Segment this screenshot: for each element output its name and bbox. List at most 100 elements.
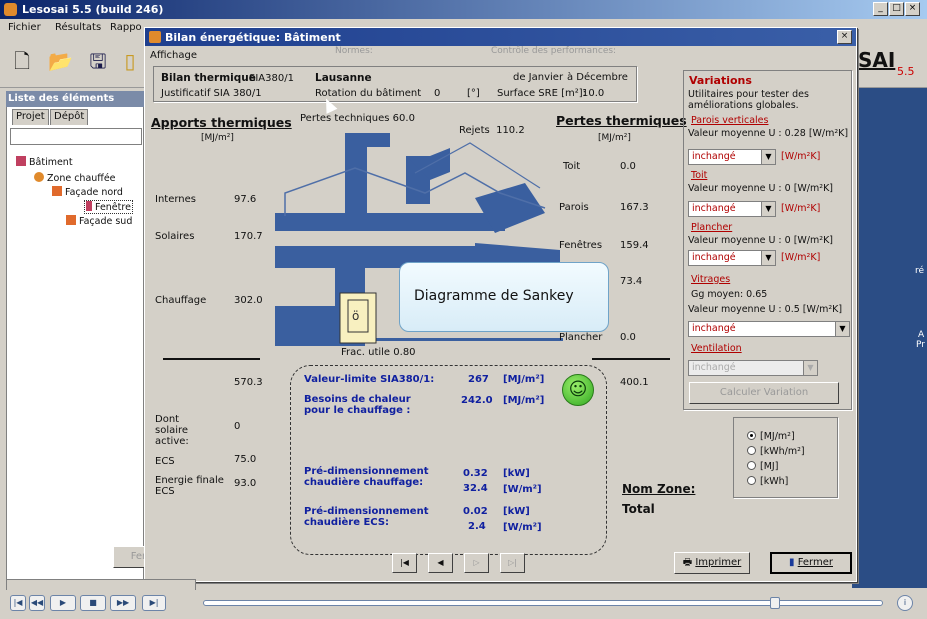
workspace-background xyxy=(852,88,927,588)
pertes-parois-label: Parois xyxy=(559,202,589,213)
rotation-unit: [°] xyxy=(467,88,480,99)
skip-end-icon[interactable]: ▶| xyxy=(142,595,166,611)
playback-bar: |◀ ◀◀ ▶ ■ ▶▶ ▶| i xyxy=(0,590,927,619)
unit-radio-label: [kWh/m²] xyxy=(760,446,805,457)
vitrages-select[interactable]: inchangé ▼ xyxy=(688,321,850,337)
variations-title: Variations xyxy=(689,74,752,87)
predim-ecs-wm2: 2.4 xyxy=(468,521,486,532)
predim-ecs-kw: 0.02 xyxy=(463,506,488,517)
plancher-u: Valeur moyenne U : 0 [W/m²K] xyxy=(688,235,834,246)
predim-ecs-wm2-unit: [W/m²] xyxy=(503,522,542,533)
sankey-chimney-top xyxy=(345,133,390,147)
sankey-floor-line xyxy=(275,338,563,341)
stop-icon[interactable]: ■ xyxy=(80,595,106,611)
open-folder-icon[interactable]: 📂 xyxy=(48,50,73,74)
app-title: Lesosai 5.5 (build 246) xyxy=(22,3,164,16)
imprimer-button[interactable]: 🖶 Imprimer xyxy=(674,552,750,574)
controle-label: Contrôle des performances: xyxy=(491,46,617,56)
fermer-button[interactable]: ▮ Fermer xyxy=(770,552,852,574)
radio-button-icon xyxy=(747,431,756,440)
element-search-input[interactable] xyxy=(10,128,142,145)
unit-radio-3[interactable]: [kWh] xyxy=(747,476,805,491)
smiley-icon: ☺ xyxy=(562,374,594,406)
right-text-2: A xyxy=(918,330,925,340)
tab-depot[interactable]: Dépôt xyxy=(50,109,89,125)
ventilation-title[interactable]: Ventilation xyxy=(691,343,742,354)
info-icon[interactable]: i xyxy=(897,595,913,611)
minimize-button[interactable]: _ xyxy=(873,2,888,16)
predim-ecs-kw-unit: [kW] xyxy=(503,506,530,517)
first-page-button[interactable]: |◀ xyxy=(392,553,417,573)
parois-unit: [W/m²K] xyxy=(781,151,821,162)
tool-icon[interactable]: ▯ xyxy=(122,50,138,74)
right-text-3: Pr xyxy=(916,340,925,350)
new-file-icon[interactable]: 🗋 xyxy=(10,50,34,74)
skip-start-icon[interactable]: |◀ xyxy=(10,595,26,611)
pertes-techniques: Pertes techniques 60.0 xyxy=(300,113,415,124)
toit-u: Valeur moyenne U : 0 [W/m²K] xyxy=(688,183,834,194)
tree-item-batiment[interactable]: Bâtiment xyxy=(16,156,73,168)
parois-select[interactable]: inchangé ▼ xyxy=(688,149,776,165)
fast-forward-icon[interactable]: ▶▶ xyxy=(110,595,136,611)
unit-radio-label: [kWh] xyxy=(760,476,789,487)
parois-u: Valeur moyenne U : 0.28 [W/m²K] xyxy=(688,128,849,139)
pertes-fenetres-value: 159.4 xyxy=(620,240,649,251)
ventilation-select[interactable]: inchangé ▼ xyxy=(688,360,818,376)
plancher-title[interactable]: Plancher xyxy=(691,222,732,233)
facade-icon xyxy=(66,215,76,225)
menu-rapports[interactable]: Rappo xyxy=(110,22,142,33)
calculer-variation-button[interactable]: Calculer Variation xyxy=(689,382,839,404)
prev-page-button[interactable]: ◀ xyxy=(428,553,453,573)
menu-resultats[interactable]: Résultats xyxy=(55,22,101,33)
sankey-internes-flow xyxy=(275,213,505,231)
unit-radio-2[interactable]: [MJ] xyxy=(747,461,805,476)
plancher-select[interactable]: inchangé ▼ xyxy=(688,250,776,266)
brand-logo: SAI xyxy=(858,48,896,72)
pertes-toit-value: 0.0 xyxy=(620,161,636,172)
tree-item-zone[interactable]: Zone chauffée xyxy=(34,172,116,184)
affichage-label: Affichage xyxy=(150,50,197,61)
apports-total: 570.3 xyxy=(234,377,263,388)
pertes-plancher-value: 0.0 xyxy=(620,332,636,343)
predim-chauffage-kw: 0.32 xyxy=(463,468,488,479)
pertes-total: 400.1 xyxy=(620,377,649,388)
rewind-icon[interactable]: ◀◀ xyxy=(29,595,45,611)
dropdown-arrow-icon: ▼ xyxy=(761,202,775,216)
besoins-label: Besoins de chaleur pour le chauffage : xyxy=(304,394,411,416)
toit-title[interactable]: Toit xyxy=(691,170,707,181)
tree-item-facade-nord[interactable]: Façade nord xyxy=(52,186,123,198)
unit-radio-1[interactable]: [kWh/m²] xyxy=(747,446,805,461)
tree-item-fenetre[interactable]: Fenêtre xyxy=(84,200,133,214)
radio-button-icon xyxy=(747,476,756,485)
toit-select[interactable]: inchangé ▼ xyxy=(688,201,776,217)
close-app-button[interactable]: × xyxy=(905,2,920,16)
dropdown-arrow-icon: ▼ xyxy=(761,251,775,265)
tree-item-facade-sud[interactable]: Façade sud xyxy=(66,215,132,227)
next-page-button[interactable]: ▷ xyxy=(464,553,489,573)
apports-total-line xyxy=(163,358,260,360)
unit-radio-label: [MJ] xyxy=(760,461,779,472)
unit-radio-0[interactable]: [MJ/m²] xyxy=(747,431,805,446)
last-page-button[interactable]: ▷| xyxy=(500,553,525,573)
playback-progress-track[interactable] xyxy=(203,600,883,606)
save-icon[interactable]: 🖫 xyxy=(86,50,110,74)
predim-ecs-label: Pré-dimensionnement chaudière ECS: xyxy=(304,506,429,528)
playback-progress-thumb[interactable] xyxy=(770,597,780,609)
parois-title[interactable]: Parois verticales xyxy=(691,115,768,126)
valeur-limite-value: 267 xyxy=(468,374,489,385)
pertes-unit: [MJ/m²] xyxy=(598,133,631,143)
right-text-1: ré xyxy=(915,266,925,276)
menu-fichier[interactable]: Fichier xyxy=(8,22,41,33)
apports-chauffage-value: 302.0 xyxy=(234,295,263,306)
dialog-close-button[interactable]: × xyxy=(837,30,852,44)
maximize-button[interactable]: □ xyxy=(889,2,904,16)
unit-radio-label: [MJ/m²] xyxy=(760,431,795,442)
vitrages-u: Valeur moyenne U : 0.5 [W/m²K] xyxy=(688,304,843,315)
dialog-icon xyxy=(149,31,161,43)
apports-internes-label: Internes xyxy=(155,194,196,205)
tab-projet[interactable]: Projet xyxy=(12,109,49,125)
vitrages-title[interactable]: Vitrages xyxy=(691,274,730,285)
apports-solaires-value: 170.7 xyxy=(234,231,263,242)
play-icon[interactable]: ▶ xyxy=(50,595,76,611)
plancher-unit: [W/m²K] xyxy=(781,252,821,263)
